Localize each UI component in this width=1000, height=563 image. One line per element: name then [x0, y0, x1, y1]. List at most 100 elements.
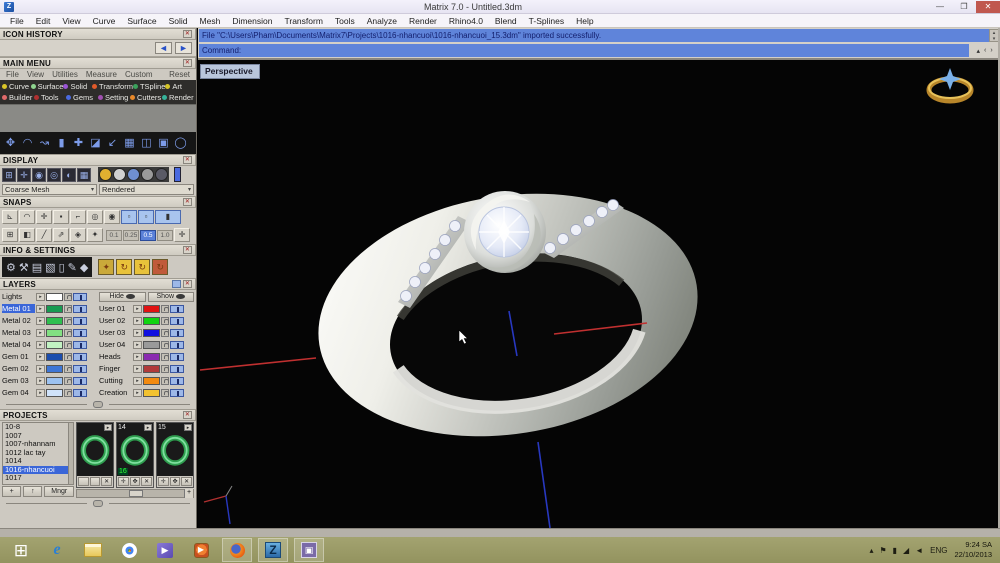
thumb-action-2[interactable]: ✥ — [170, 477, 181, 486]
menu-item[interactable]: Render — [403, 16, 443, 26]
lock-icon[interactable] — [161, 305, 169, 313]
layer-color-swatch[interactable] — [143, 389, 160, 397]
category-button[interactable]: Render — [162, 93, 194, 102]
layer-color-swatch[interactable] — [143, 305, 160, 313]
menu-item[interactable]: Blend — [489, 16, 523, 26]
lock-icon[interactable] — [161, 353, 169, 361]
snap-toggle-near[interactable]: ◠ — [19, 210, 35, 224]
layer-color-swatch[interactable] — [46, 329, 63, 337]
command-prompt[interactable]: Command: — [199, 44, 969, 57]
layer-row[interactable]: Gem 01 ▸ — [2, 351, 97, 362]
category-button[interactable]: Art — [165, 82, 194, 91]
layer-expand-button[interactable]: ▸ — [36, 305, 45, 313]
menu-item[interactable]: T-Splines — [523, 16, 570, 26]
main-menu-tab[interactable]: Utilities — [48, 70, 82, 79]
project-thumbnail-thumb-15[interactable]: 15 ▸ ✛ ✥ ✕ — [156, 422, 194, 488]
layer-color-swatch[interactable] — [143, 377, 160, 385]
thumbnail-play-button[interactable]: ▸ — [144, 424, 152, 431]
layer-visibility-toggle[interactable] — [73, 317, 87, 325]
menu-item[interactable]: File — [4, 16, 30, 26]
layer-color-swatch[interactable] — [143, 317, 160, 325]
show-button[interactable]: Show — [148, 292, 195, 302]
tray-icon-action-center[interactable]: ⚑ — [879, 546, 886, 555]
layer-color-swatch[interactable] — [46, 389, 63, 397]
layer-expand-button[interactable]: ▸ — [36, 341, 45, 349]
category-button[interactable]: Gems — [66, 93, 98, 102]
layer-row[interactable]: Gem 03 ▸ — [2, 375, 97, 386]
snap-option-icon-ortho[interactable]: ◧ — [19, 228, 35, 242]
display-header[interactable]: DISPLAY ✕ — [0, 154, 196, 166]
settings-icon-panel[interactable]: ▯ — [59, 261, 65, 274]
layer-color-swatch[interactable] — [46, 317, 63, 325]
project-thumbnail-thumb-13[interactable]: ▸ ✕ — [76, 422, 114, 488]
lock-icon[interactable] — [161, 377, 169, 385]
snap-toggle-perp[interactable]: ⌐ — [70, 210, 86, 224]
icon-history-header[interactable]: ICON HISTORY ✕ — [0, 28, 196, 40]
thumbnail-play-button[interactable]: ▸ — [184, 424, 192, 431]
layer-row[interactable]: Heads ▸ — [99, 351, 194, 362]
maximize-button[interactable]: ❐ — [952, 1, 976, 13]
toolbar-icon-curve[interactable]: ↝ — [37, 135, 52, 151]
hide-button[interactable]: Hide — [99, 292, 146, 302]
main-menu-header[interactable]: MAIN MENU ✕ — [0, 57, 196, 69]
layer-row[interactable]: User 01 ▸ — [99, 303, 194, 314]
toolbar-icon-sweep[interactable]: ↙ — [105, 135, 120, 151]
snap-toggle-center[interactable]: ◎ — [87, 210, 103, 224]
snap-toggle-point[interactable]: ▪ — [53, 210, 69, 224]
close-icon[interactable]: ✕ — [183, 411, 192, 419]
settings-icon-mesh-settings[interactable]: ▤ — [32, 261, 42, 274]
category-button[interactable]: Tools — [34, 93, 66, 102]
layer-visibility-toggle[interactable] — [73, 305, 87, 313]
lock-icon[interactable] — [64, 341, 72, 349]
snap-toggle-osnap-b[interactable]: ▫ — [138, 210, 154, 224]
layer-expand-button[interactable]: ▸ — [133, 305, 142, 313]
layer-visibility-toggle[interactable] — [73, 365, 87, 373]
settings-icon-annotate[interactable]: ✎ — [68, 261, 77, 274]
toolbar-icon-move[interactable]: ✚ — [71, 135, 86, 151]
layers-header[interactable]: LAYERS ✕ — [0, 278, 196, 290]
toolbar-icon-extrude[interactable]: ▮ — [54, 135, 69, 151]
main-menu-tab[interactable]: File — [2, 70, 23, 79]
layer-color-swatch[interactable] — [143, 353, 160, 361]
project-item[interactable]: 1018 — [3, 483, 73, 486]
thumbnail-play-button[interactable]: ▸ — [104, 424, 112, 431]
layer-expand-button[interactable]: ▸ — [36, 353, 45, 361]
toolbar-icon-array[interactable]: ▦ — [122, 135, 137, 151]
layer-row[interactable]: Metal 03 ▸ — [2, 327, 97, 338]
shade-sphere-icon-gold[interactable] — [99, 168, 112, 181]
snap-option-icon-gumball[interactable]: ◈ — [70, 228, 86, 242]
layer-row[interactable]: Metal 01 ▸ — [2, 303, 97, 314]
render-mode-dropdown[interactable]: Rendered ▾ — [99, 184, 194, 195]
lock-icon[interactable] — [64, 329, 72, 337]
layer-expand-button[interactable]: ▸ — [36, 389, 45, 397]
menu-item[interactable]: Edit — [30, 16, 57, 26]
action-icon-redo-b[interactable]: ↻ — [134, 259, 150, 275]
lock-icon[interactable] — [161, 341, 169, 349]
display-mode-icon-xray[interactable]: ◐ — [62, 168, 76, 182]
shade-sphere-icon-blue[interactable] — [127, 168, 140, 181]
layer-visibility-toggle[interactable] — [170, 377, 184, 385]
settings-icon-box-display[interactable]: ▧ — [45, 261, 55, 274]
grid-snap-settings-icon[interactable]: ✛ — [174, 228, 190, 242]
menu-item[interactable]: Rhino4.0 — [443, 16, 489, 26]
display-slider[interactable] — [174, 167, 181, 182]
shade-sphere-icon-dark[interactable] — [155, 168, 168, 181]
project-list[interactable]: 10-810071007-nhannam1012 lac tay10141016… — [2, 422, 74, 485]
menu-item[interactable]: Solid — [163, 16, 194, 26]
close-icon[interactable]: ✕ — [183, 280, 192, 288]
snap-option-icon-incline[interactable]: ╱ — [36, 228, 52, 242]
category-button[interactable]: Curve — [2, 82, 31, 91]
minimize-button[interactable]: — — [928, 1, 952, 13]
taskbar-app-start[interactable]: ⊞ — [6, 538, 36, 562]
taskbar-app-chrome[interactable] — [114, 538, 144, 562]
layer-row[interactable]: Metal 02 ▸ — [2, 315, 97, 326]
command-spinner[interactable]: ▴ — [976, 47, 980, 55]
shade-sphere-icon-gray[interactable] — [141, 168, 154, 181]
layer-color-swatch[interactable] — [46, 293, 63, 301]
snap-option-icon-smart[interactable]: ⇗ — [53, 228, 69, 242]
display-mode-icon-axes[interactable]: ✛ — [17, 168, 31, 182]
layer-visibility-toggle[interactable] — [73, 341, 87, 349]
layer-visibility-toggle[interactable] — [73, 353, 87, 361]
lock-icon[interactable] — [64, 353, 72, 361]
snap-option-icon-record[interactable]: ✦ — [87, 228, 103, 242]
